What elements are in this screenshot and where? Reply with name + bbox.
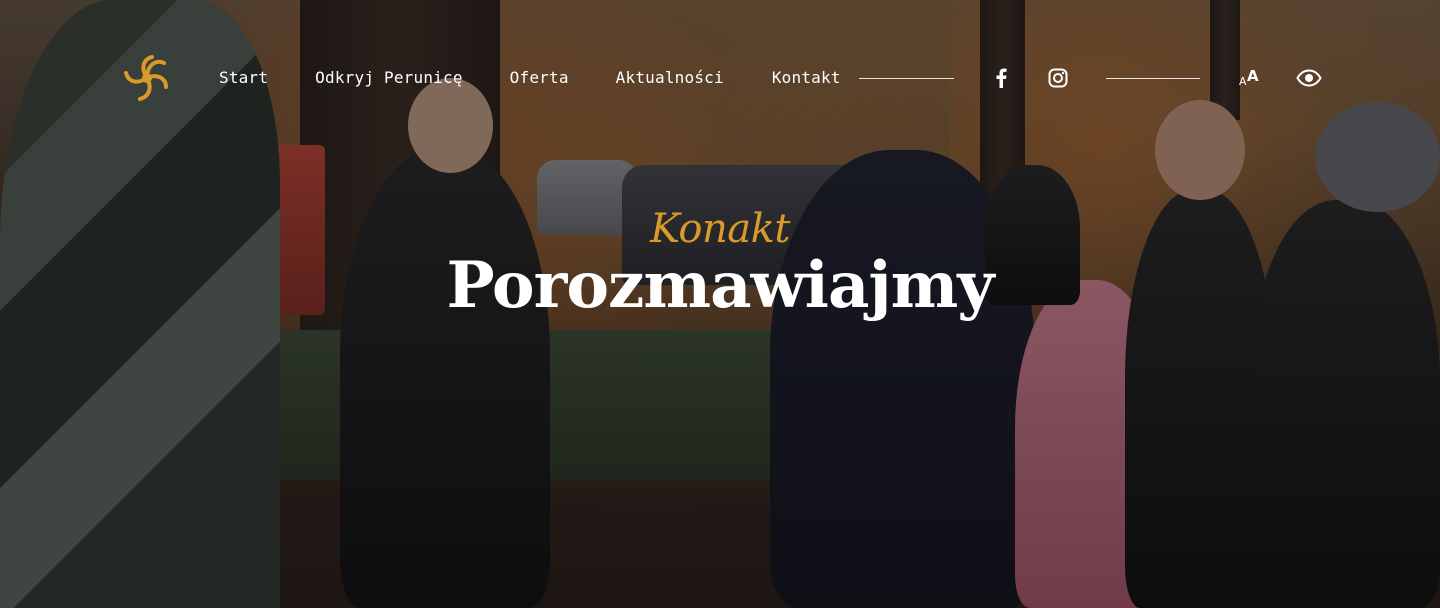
font-size-small-glyph: A: [1239, 75, 1247, 88]
header-divider-right: [1106, 78, 1200, 79]
header-divider-left: [859, 78, 954, 79]
nav-item-oferta[interactable]: Oferta: [510, 66, 569, 90]
nav-item-kontakt[interactable]: Kontakt: [772, 66, 841, 90]
site-header: Start Odkryj Perunicę Oferta Aktualności…: [0, 0, 1440, 160]
hero-subtitle: Konakt: [650, 206, 790, 252]
page-title: Porozmawiajmy: [446, 248, 995, 323]
facebook-icon[interactable]: [989, 66, 1013, 90]
eye-icon[interactable]: [1296, 66, 1322, 90]
main-navigation: Start Odkryj Perunicę Oferta Aktualności…: [219, 66, 841, 90]
nav-item-aktualnosci[interactable]: Aktualności: [616, 66, 724, 90]
nav-item-start[interactable]: Start: [219, 66, 268, 90]
font-size-big-glyph: A: [1247, 67, 1259, 85]
instagram-icon[interactable]: [1046, 66, 1070, 90]
hero-section: Start Odkryj Perunicę Oferta Aktualności…: [0, 0, 1440, 608]
perunica-logo-icon[interactable]: [120, 51, 174, 105]
font-size-icon[interactable]: A A: [1236, 66, 1260, 90]
nav-item-odkryj-perunice[interactable]: Odkryj Perunicę: [315, 66, 463, 90]
